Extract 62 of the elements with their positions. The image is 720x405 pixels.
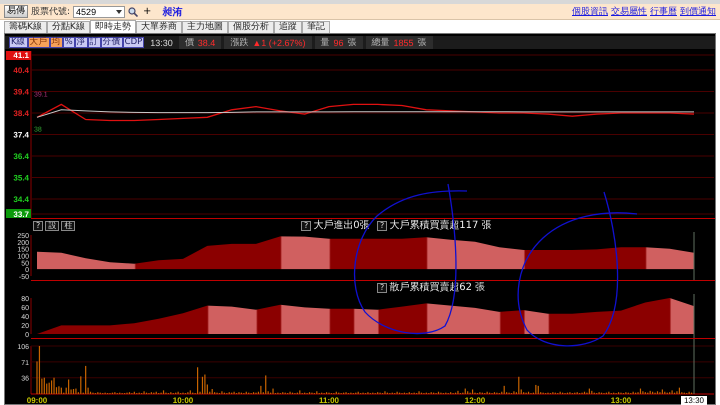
panel-button[interactable]: 柱	[61, 220, 76, 230]
tab[interactable]: 個股分析	[228, 21, 274, 33]
chart-toggle-button[interactable]: 淨	[74, 37, 88, 48]
indicator-label: 大戶進出0張	[313, 220, 370, 231]
tab[interactable]: 即時走勢	[90, 20, 136, 33]
cursor-time-label: 13:30	[681, 396, 707, 405]
tab[interactable]: 主力地圖	[182, 21, 228, 33]
y-tick-label: 41.1	[13, 51, 30, 60]
quote-label: 價	[184, 37, 194, 49]
chart-toggle-button[interactable]: CDP	[122, 37, 144, 48]
chart-toggle-button[interactable]: K線	[9, 37, 28, 48]
tab[interactable]: 分點K線	[46, 21, 90, 33]
unit-label: 張	[418, 36, 427, 49]
chart-toggle-button[interactable]: %	[62, 37, 75, 48]
chart-toggle-button[interactable]: 分價	[100, 37, 123, 48]
quote-value: 96	[334, 38, 344, 48]
y-tick-label: 38.4	[13, 109, 29, 118]
x-tick-label: 12:00	[464, 396, 486, 405]
help-button[interactable]: ?	[301, 220, 312, 230]
unit-label: 張	[348, 36, 357, 49]
help-button[interactable]: ?	[377, 220, 388, 230]
tab[interactable]: 筆記	[302, 21, 330, 33]
stock-code-label: 股票代號:	[31, 6, 70, 18]
stock-name: 昶洧	[162, 5, 182, 18]
header-link[interactable]: 個股資訊	[572, 5, 608, 18]
add-button[interactable]: +	[141, 6, 154, 17]
chart-toggle-button[interactable]: 大戶	[28, 37, 50, 48]
y-tick-label: 33.7	[13, 210, 30, 219]
dropdown-arrow-icon[interactable]	[116, 10, 122, 14]
y-tick-label: 40.4	[13, 66, 29, 76]
quote-value: 1855	[394, 38, 414, 48]
quote-value: ▲1 (+2.67%)	[252, 38, 306, 48]
panel-button[interactable]: ?	[33, 220, 44, 230]
y-tick-label: 35.4	[13, 173, 29, 182]
panel-button[interactable]: 設	[45, 220, 60, 230]
chart-toggle-button[interactable]: 訂	[88, 37, 101, 48]
x-tick-label: 10:00	[172, 396, 194, 405]
y-tick-label: 34.4	[13, 194, 29, 204]
help-button[interactable]: ?	[377, 282, 388, 292]
menu-button[interactable]: 易傳	[4, 5, 28, 18]
header-link[interactable]: 交易屬性	[611, 5, 647, 18]
quote-label: 量	[320, 36, 330, 49]
tab[interactable]: 籌碼K線	[4, 21, 47, 33]
search-icon[interactable]	[128, 6, 138, 16]
y-tick-label: 33.7	[6, 209, 31, 218]
quote-label: 漲跌	[230, 36, 248, 49]
stock-code-field[interactable]: 4529	[73, 6, 126, 18]
y-tick-label: 39.4	[13, 88, 29, 97]
y-tick-label: 37.4	[13, 130, 29, 140]
chart-toggle-button[interactable]: 均	[50, 37, 63, 48]
tab[interactable]: 大單券商	[136, 21, 182, 33]
tab[interactable]: 追蹤	[274, 21, 302, 33]
header-link[interactable]: 行事曆	[650, 5, 677, 18]
header-link[interactable]: 到價通知	[680, 5, 716, 18]
y-tick-label: 36.4	[13, 152, 29, 161]
x-tick-label: 09:00	[26, 396, 48, 405]
quote-value: 38.4	[198, 38, 216, 48]
time-label: 13:30	[149, 38, 174, 48]
y-tick-label: 41.1	[6, 51, 31, 60]
x-tick-label: 13:00	[610, 396, 632, 405]
x-tick-label: 11:00	[318, 396, 340, 405]
quote-label: 總量	[372, 36, 390, 49]
